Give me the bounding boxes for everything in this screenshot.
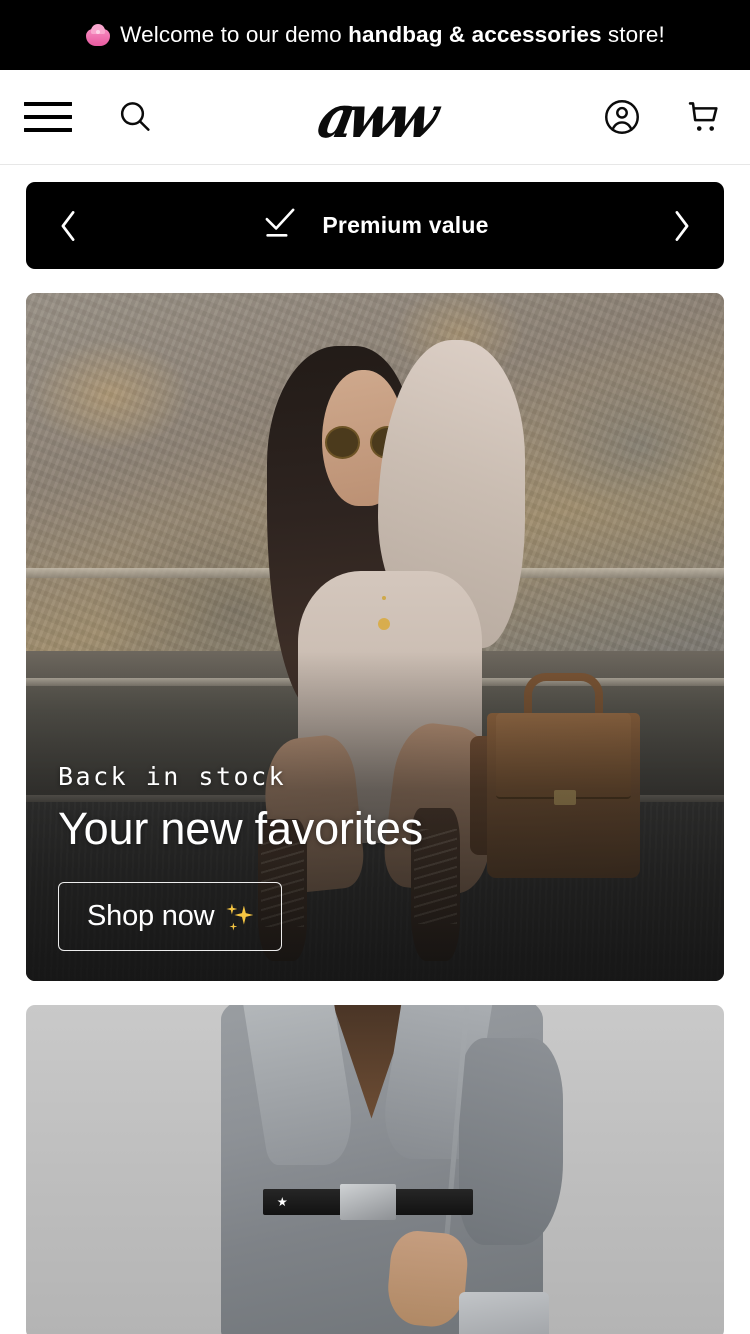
promo-slide-label: Premium value [322, 212, 489, 238]
secondary-banner[interactable] [26, 1005, 724, 1334]
shopping-cart-icon[interactable] [682, 95, 726, 139]
header-left-actions [24, 97, 155, 137]
shop-now-button[interactable]: Shop now [58, 882, 283, 951]
search-icon[interactable] [115, 97, 155, 137]
header-right-actions [601, 95, 726, 139]
promo-slide: Premium value [90, 206, 660, 245]
brand-logo[interactable]: aww [312, 82, 437, 151]
site-header: aww [0, 70, 750, 165]
promo-next-button[interactable] [660, 204, 704, 248]
account-icon[interactable] [601, 96, 643, 138]
promo-prev-button[interactable] [46, 204, 90, 248]
announcement-text-bold: handbag & accessories [348, 22, 602, 47]
hero-content: Back in stock Your new favorites Shop no… [58, 762, 692, 951]
promo-slider: Premium value [26, 182, 724, 269]
shop-now-label: Shop now [87, 900, 215, 932]
purse-icon [85, 23, 111, 47]
brand-logo-text: aww [312, 82, 438, 152]
hamburger-menu-icon[interactable] [24, 100, 72, 134]
secondary-banner-image [26, 1005, 724, 1334]
hero-eyebrow: Back in stock [58, 762, 287, 792]
announcement-text: Welcome to our demo handbag & accessorie… [120, 22, 665, 48]
check-underline-icon [261, 206, 299, 245]
announcement-text-before: Welcome to our demo [120, 22, 349, 47]
hero-banner[interactable]: Back in stock Your new favorites Shop no… [26, 293, 724, 981]
hero-heading: Your new favorites [58, 803, 423, 855]
sparkles-icon [225, 903, 254, 931]
announcement-bar: Welcome to our demo handbag & accessorie… [0, 0, 750, 70]
announcement-text-after: store! [601, 22, 665, 47]
